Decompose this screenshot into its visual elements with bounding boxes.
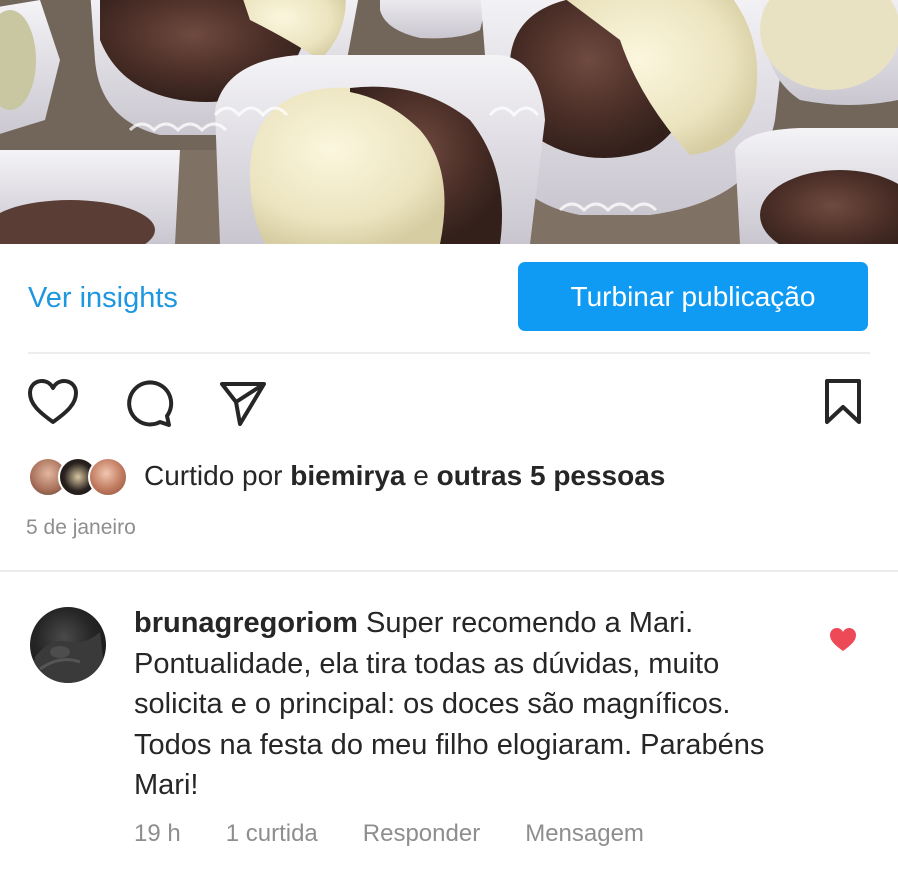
bookmark-icon[interactable] bbox=[823, 378, 863, 426]
comment-time: 19 h bbox=[134, 820, 181, 847]
comment-text: brunagregoriom Super recomendo a Mari. P… bbox=[134, 603, 794, 806]
divider bbox=[0, 570, 898, 572]
comment-avatar[interactable] bbox=[30, 607, 106, 683]
liker-username[interactable]: biemirya bbox=[290, 460, 405, 491]
comment-meta: 19 h 1 curtida Responder Mensagem bbox=[134, 820, 689, 848]
send-icon[interactable] bbox=[218, 378, 268, 428]
comment-username[interactable]: brunagregoriom bbox=[134, 607, 358, 639]
liker-avatars bbox=[28, 455, 130, 497]
post-date: 5 de janeiro bbox=[26, 516, 136, 539]
likes-summary[interactable]: Curtido por biemirya e outras 5 pessoas bbox=[28, 452, 665, 500]
likes-others-link[interactable]: outras 5 pessoas bbox=[437, 460, 666, 491]
post-photo[interactable] bbox=[0, 0, 898, 244]
brigadeiros-image bbox=[0, 0, 898, 244]
message-button[interactable]: Mensagem bbox=[525, 820, 644, 848]
avatar bbox=[88, 457, 128, 497]
boost-post-button[interactable]: Turbinar publicação bbox=[518, 262, 868, 331]
likes-prefix: Curtido por bbox=[144, 460, 291, 491]
comment-icon[interactable] bbox=[124, 378, 174, 428]
post-action-bar bbox=[0, 370, 898, 434]
likes-text: Curtido por biemirya e outras 5 pessoas bbox=[144, 460, 665, 492]
view-insights-link[interactable]: Ver insights bbox=[28, 282, 178, 315]
comment-likes-count[interactable]: 1 curtida bbox=[226, 820, 318, 848]
likes-joiner: e bbox=[405, 460, 437, 491]
comment-like-heart-icon[interactable] bbox=[829, 627, 857, 658]
avatar-image bbox=[30, 632, 106, 683]
heart-outline-icon[interactable] bbox=[27, 378, 79, 426]
reply-button[interactable]: Responder bbox=[363, 820, 480, 848]
post-owner-actions: Ver insights Turbinar publicação bbox=[0, 244, 898, 352]
divider bbox=[28, 352, 870, 354]
